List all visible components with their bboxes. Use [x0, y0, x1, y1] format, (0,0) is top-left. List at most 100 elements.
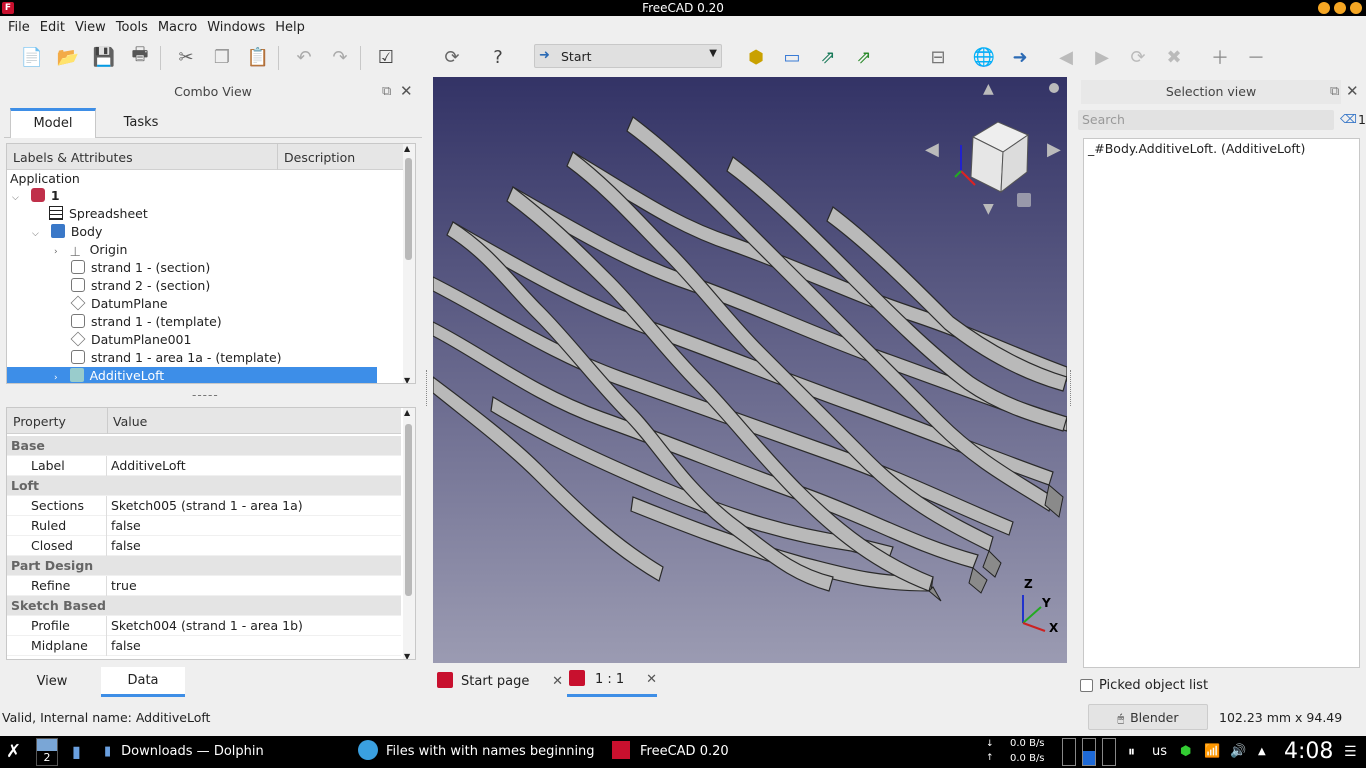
- whats-this-icon[interactable]: ?: [484, 43, 512, 71]
- group-loft[interactable]: Loft: [7, 476, 401, 496]
- back-icon[interactable]: ◀: [1052, 43, 1080, 71]
- menu-help[interactable]: Help: [270, 17, 310, 39]
- tree-item-spreadsheet[interactable]: Spreadsheet: [49, 205, 148, 223]
- forward-icon[interactable]: ▶: [1088, 43, 1116, 71]
- col-labels[interactable]: Labels & Attributes: [13, 150, 133, 165]
- task-search[interactable]: Files with with names beginning ...: [358, 736, 600, 768]
- group-sketch-based[interactable]: Sketch Based: [7, 596, 401, 616]
- tree-doc-1[interactable]: ⌵ 1: [12, 187, 60, 205]
- tab-model[interactable]: Model: [10, 108, 96, 138]
- col-property[interactable]: Property: [13, 414, 66, 429]
- link-icon[interactable]: ⇗: [814, 43, 842, 71]
- tree-item-strand1-template[interactable]: strand 1 - (template): [71, 313, 222, 331]
- keyboard-layout[interactable]: us: [1152, 736, 1167, 768]
- new-document-icon[interactable]: 📄: [18, 43, 46, 71]
- prop-row[interactable]: Midplane false: [7, 636, 401, 656]
- tree-item-additiveloft[interactable]: › AdditiveLoft: [7, 367, 377, 383]
- wifi-icon[interactable]: 📶: [1204, 736, 1220, 768]
- menu-macro[interactable]: Macro: [153, 17, 202, 39]
- stop-icon[interactable]: ✖: [1160, 43, 1188, 71]
- maximize-button[interactable]: [1334, 2, 1346, 14]
- desktop-pager[interactable]: 2: [36, 738, 58, 766]
- prop-row[interactable]: Refine true: [7, 576, 401, 596]
- float-icon[interactable]: ⧉: [1330, 84, 1339, 99]
- nav-style-button[interactable]: 🖱 Blender: [1088, 704, 1208, 730]
- open-icon[interactable]: 📂: [54, 43, 82, 71]
- volume-icon[interactable]: 🔊: [1230, 736, 1246, 768]
- tree-item-strand1-section[interactable]: strand 1 - (section): [71, 259, 210, 277]
- col-value[interactable]: Value: [113, 414, 147, 429]
- save-icon[interactable]: 💾: [90, 43, 118, 71]
- tab-tasks[interactable]: Tasks: [98, 108, 184, 138]
- paste-icon[interactable]: 📋: [244, 43, 272, 71]
- tree-item-origin[interactable]: › ⊥ Origin: [54, 241, 127, 260]
- close-icon[interactable]: ✕: [552, 669, 563, 695]
- shield-icon[interactable]: ⬢: [1180, 736, 1191, 768]
- prop-row[interactable]: Ruled false: [7, 516, 401, 536]
- rotate-up-icon[interactable]: ▲: [983, 81, 994, 97]
- group-part-design[interactable]: Part Design: [7, 556, 401, 576]
- pause-icon[interactable]: ⏸: [1128, 736, 1135, 768]
- tree-item-datumplane[interactable]: DatumPlane: [70, 295, 168, 313]
- rotate-left-icon[interactable]: ◀: [925, 139, 939, 160]
- copy-icon[interactable]: ❐: [208, 43, 236, 71]
- splitter-handle[interactable]: -----: [192, 388, 219, 402]
- zoom-out-icon[interactable]: －: [1242, 43, 1270, 71]
- tab-document-1[interactable]: 1 : 1 ✕: [567, 665, 657, 697]
- rotate-down-icon[interactable]: ▼: [983, 201, 994, 217]
- clear-icon[interactable]: ⌫: [1340, 112, 1357, 126]
- redo-icon[interactable]: ↷: [326, 43, 354, 71]
- group-base[interactable]: Base: [7, 436, 401, 456]
- menu-edit[interactable]: Edit: [35, 17, 70, 39]
- tree-scrollbar[interactable]: ▲ ▼: [403, 144, 415, 383]
- navigation-cube[interactable]: [953, 117, 1033, 197]
- minimize-button[interactable]: [1318, 2, 1330, 14]
- recompute-icon[interactable]: ⟳: [438, 43, 466, 71]
- cut-icon[interactable]: ✂: [172, 43, 200, 71]
- close-icon[interactable]: ✕: [1346, 82, 1359, 100]
- 3d-viewport[interactable]: ◀ ▶ ▲ ▼ Z Y X: [433, 77, 1067, 663]
- tree-item-strand1-area1a-template[interactable]: strand 1 - area 1a - (template): [71, 349, 282, 367]
- menu-file[interactable]: File: [3, 17, 35, 39]
- props-scrollbar[interactable]: ▲ ▼: [403, 408, 415, 659]
- part-icon[interactable]: ⬢: [742, 43, 770, 71]
- splitter-handle[interactable]: [1070, 370, 1073, 406]
- link-actions-icon[interactable]: ⇗: [850, 43, 878, 71]
- splitter-handle[interactable]: [426, 370, 429, 406]
- view-menu-icon[interactable]: [1017, 193, 1031, 207]
- tree-item-body[interactable]: ⌵ Body: [32, 223, 102, 241]
- file-manager-icon[interactable]: ▮: [72, 736, 81, 768]
- tree-item-strand2-section[interactable]: strand 2 - (section): [71, 277, 210, 295]
- tab-view[interactable]: View: [4, 667, 100, 697]
- close-window-button[interactable]: [1350, 2, 1362, 14]
- selection-search-input[interactable]: Search: [1078, 110, 1334, 130]
- undo-icon[interactable]: ↶: [290, 43, 318, 71]
- rotate-right-icon[interactable]: ▶: [1047, 139, 1061, 160]
- task-dolphin[interactable]: ▮ Downloads — Dolphin: [104, 736, 342, 768]
- menu-icon[interactable]: ☰: [1344, 736, 1357, 768]
- print-icon[interactable]: 🖶: [126, 43, 154, 71]
- tray-expand-icon[interactable]: ▲: [1258, 736, 1266, 768]
- view-box-icon[interactable]: ⊟: [924, 43, 952, 71]
- group-icon[interactable]: ▭: [778, 43, 806, 71]
- close-icon[interactable]: ✕: [400, 82, 413, 100]
- menu-windows[interactable]: Windows: [202, 17, 270, 39]
- web-icon[interactable]: 🌐: [970, 43, 998, 71]
- prop-row[interactable]: Label AdditiveLoft: [7, 456, 401, 476]
- nav-cube-menu-icon[interactable]: [1049, 83, 1059, 93]
- prop-row[interactable]: Closed false: [7, 536, 401, 556]
- clock[interactable]: 4:08: [1284, 736, 1333, 768]
- go-icon[interactable]: ➜: [1006, 43, 1034, 71]
- tab-start-page[interactable]: Start page ✕: [437, 669, 563, 695]
- prop-row[interactable]: Sections Sketch005 (strand 1 - area 1a): [7, 496, 401, 516]
- app-launcher-icon[interactable]: ✗: [6, 736, 21, 768]
- close-icon[interactable]: ✕: [646, 665, 657, 695]
- zoom-in-icon[interactable]: ＋: [1206, 43, 1234, 71]
- menu-tools[interactable]: Tools: [111, 17, 153, 39]
- workbench-selector[interactable]: ➜ Start ▼: [534, 44, 722, 68]
- task-freecad[interactable]: FreeCAD 0.20: [612, 736, 792, 768]
- tree-item-datumplane001[interactable]: DatumPlane001: [70, 331, 191, 349]
- float-icon[interactable]: ⧉: [382, 84, 391, 99]
- selection-item[interactable]: _#Body.AdditiveLoft. (AdditiveLoft): [1088, 141, 1355, 156]
- system-monitor[interactable]: [1060, 738, 1116, 766]
